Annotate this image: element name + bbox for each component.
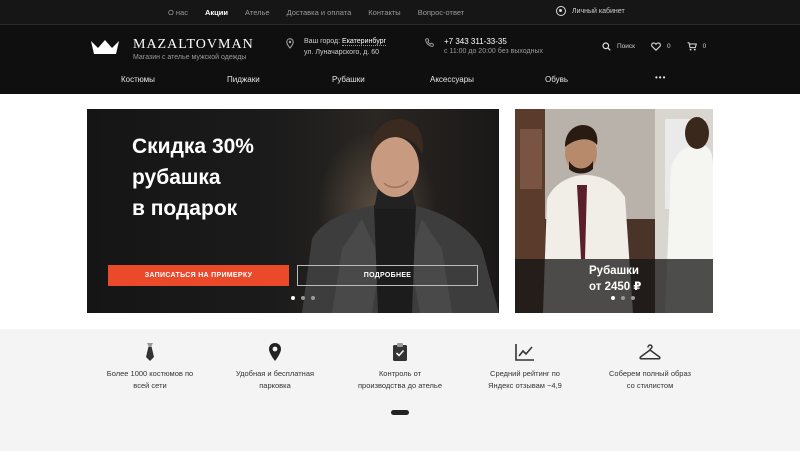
category-shirts[interactable]: Рубашки [332, 75, 365, 84]
phone-icon [425, 38, 434, 47]
favorites-count: 0 [667, 43, 671, 50]
cart-icon [687, 42, 697, 51]
category-accessories[interactable]: Аксессуары [430, 75, 474, 84]
header-tools: Поиск 0 0 [602, 42, 722, 51]
hero-headline-line3: в подарок [132, 197, 238, 220]
features-pager[interactable] [391, 410, 409, 415]
shirts-promo-price: от 2450 ₽ [589, 281, 642, 293]
feature-text-line2: Яндекс отзывам ~4,9 [488, 380, 562, 390]
feature-text-line1: Контроль от [378, 369, 422, 378]
account-link[interactable]: Личный кабинет [556, 6, 625, 16]
feature-item: Более 1000 костюмов по всей сети [85, 341, 215, 391]
city-block: Ваш город: Екатеринбург ул. Луначарского… [286, 36, 387, 58]
feature-text-line2: всей сети [133, 380, 167, 390]
brand-name: MAZALTOVMAN [133, 37, 254, 52]
category-jackets[interactable]: Пиджаки [227, 75, 260, 84]
phone-number[interactable]: +7 343 311-33-35 [444, 36, 543, 47]
search-icon [602, 42, 611, 51]
feature-text-line1: Более 1000 костюмов по [106, 369, 194, 378]
account-label: Личный кабинет [572, 7, 625, 15]
promo-slide-dot[interactable] [611, 296, 615, 300]
top-nav: О нас Акции Ателье Доставка и оплата Кон… [168, 0, 481, 24]
user-icon [556, 6, 566, 16]
brand-tagline: Магазин с ателье мужской одежды [133, 54, 247, 61]
top-nav-atelier[interactable]: Ателье [245, 8, 270, 17]
hero-banner[interactable]: Скидка 30% рубашка в подарок ЗАПИСАТЬСЯ … [87, 109, 499, 313]
search-button[interactable]: Поиск [602, 42, 635, 51]
top-nav-promotions[interactable]: Акции [205, 8, 228, 17]
city-label: Ваш город: [304, 38, 341, 45]
feature-text-line2: производства до ателье [357, 380, 443, 390]
feature-text-line1: Удобная и бесплатная [235, 369, 315, 378]
shirts-promo-banner[interactable]: Рубашки от 2450 ₽ [515, 109, 713, 313]
heart-icon [651, 42, 661, 51]
top-bar: О нас Акции Ателье Доставка и оплата Кон… [0, 0, 800, 24]
feature-text-line1: Средний рейтинг по [490, 369, 560, 378]
hero-headline-line2: рубашка [132, 166, 221, 189]
store-address: ул. Луначарского, д. 60 [304, 49, 380, 56]
top-nav-contacts[interactable]: Контакты [368, 8, 400, 17]
top-nav-faq[interactable]: Вопрос-ответ [418, 8, 465, 17]
feature-text-line2: со стилистом [626, 380, 674, 390]
site-header: MAZALTOVMAN Магазин с ателье мужской оде… [0, 24, 800, 94]
top-nav-about[interactable]: О нас [168, 8, 188, 17]
city-selector[interactable]: Екатеринбург [342, 38, 387, 46]
shirts-promo-title: Рубашки [589, 265, 639, 277]
search-label: Поиск [617, 43, 636, 50]
clipboard-check-icon [393, 343, 407, 361]
location-pin-icon [286, 38, 294, 49]
map-pin-icon [269, 343, 281, 361]
tie-icon [146, 343, 154, 361]
category-suits[interactable]: Костюмы [121, 75, 155, 84]
favorites-button[interactable]: 0 [651, 42, 671, 51]
hero-slider-dots [291, 296, 315, 300]
feature-text-line2: парковка [259, 380, 291, 390]
cart-button[interactable]: 0 [687, 42, 707, 51]
category-more-button[interactable]: ••• [655, 73, 666, 82]
feature-item: Удобная и бесплатная парковка [210, 341, 340, 391]
working-hours: с 11:00 до 20:00 без выходных [444, 48, 543, 55]
cart-count: 0 [702, 43, 707, 50]
chart-icon [515, 344, 534, 361]
promo-slide-dot[interactable] [621, 296, 625, 300]
phone-block: +7 343 311-33-35 с 11:00 до 20:00 без вы… [425, 36, 543, 57]
hanger-icon [639, 344, 661, 360]
hero-headline-line1: Скидка 30% [132, 135, 254, 158]
top-nav-delivery[interactable]: Доставка и оплата [287, 8, 352, 17]
feature-text-line1: Соберем полный образ [609, 369, 691, 378]
category-nav: Костюмы Пиджаки Рубашки Аксессуары Обувь… [0, 73, 800, 95]
category-shoes[interactable]: Обувь [545, 75, 568, 84]
feature-item: Средний рейтинг по Яндекс отзывам ~4,9 [460, 341, 590, 391]
promo-slider-dots [611, 296, 635, 300]
crown-logo-icon[interactable] [90, 39, 120, 55]
hero-headline: Скидка 30% рубашка в подарок [132, 131, 254, 224]
hero-slide-dot[interactable] [291, 296, 295, 300]
book-fitting-button[interactable]: ЗАПИСАТЬСЯ НА ПРИМЕРКУ [108, 265, 289, 286]
more-details-button[interactable]: ПОДРОБНЕЕ [297, 265, 478, 286]
hero-slide-dot[interactable] [311, 296, 315, 300]
hero-slide-dot[interactable] [301, 296, 305, 300]
features-strip: Более 1000 костюмов по всей сети Удобная… [0, 329, 800, 451]
brand[interactable]: MAZALTOVMAN Магазин с ателье мужской оде… [133, 37, 254, 61]
feature-item: Контроль от производства до ателье [335, 341, 465, 391]
feature-item: Соберем полный образ со стилистом [585, 341, 715, 391]
promo-slide-dot[interactable] [631, 296, 635, 300]
shirts-promo-caption: Рубашки от 2450 ₽ [515, 259, 713, 313]
